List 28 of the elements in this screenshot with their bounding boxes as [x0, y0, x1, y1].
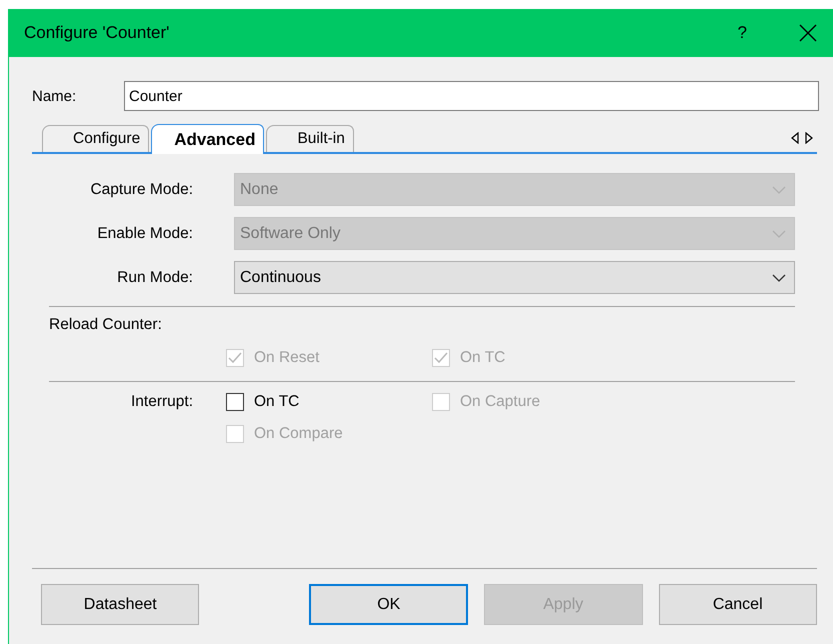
- help-button[interactable]: ?: [738, 23, 747, 43]
- checkbox[interactable]: [226, 393, 244, 411]
- chevron-down-icon: [772, 274, 786, 282]
- name-label: Name:: [32, 88, 78, 104]
- dialog-button[interactable]: Cancel: [658, 584, 817, 625]
- dropdown[interactable]: Continuous: [234, 261, 795, 294]
- scroll-left-icon[interactable]: [791, 132, 799, 144]
- name-field[interactable]: Counter: [124, 81, 819, 111]
- field-label: Run Mode:: [116, 268, 194, 286]
- scroll-right-icon[interactable]: [805, 132, 813, 144]
- dialog-button[interactable]: Datasheet: [41, 584, 200, 625]
- tab[interactable]: Configure: [42, 125, 150, 152]
- tab[interactable]: Advanced: [151, 124, 264, 154]
- field-label: Enable Mode:: [96, 224, 194, 242]
- checkbox-label: On Reset: [254, 349, 320, 367]
- checkbox-label: On TC: [460, 349, 506, 367]
- close-icon[interactable]: [799, 24, 817, 42]
- window-title: Configure 'Counter': [24, 23, 170, 43]
- chevron-down-icon: [772, 230, 786, 238]
- section-label: Reload Counter:: [49, 316, 163, 334]
- checkbox-label: On Capture: [460, 393, 540, 411]
- field-label: Interrupt:: [130, 392, 194, 411]
- chevron-down-icon: [772, 186, 786, 194]
- checkbox-label: On TC: [254, 393, 300, 411]
- checkbox-label: On Compare: [254, 425, 343, 443]
- tab[interactable]: Built-in: [266, 125, 354, 152]
- dialog-button[interactable]: OK: [309, 584, 468, 625]
- field-label: Capture Mode:: [89, 180, 194, 198]
